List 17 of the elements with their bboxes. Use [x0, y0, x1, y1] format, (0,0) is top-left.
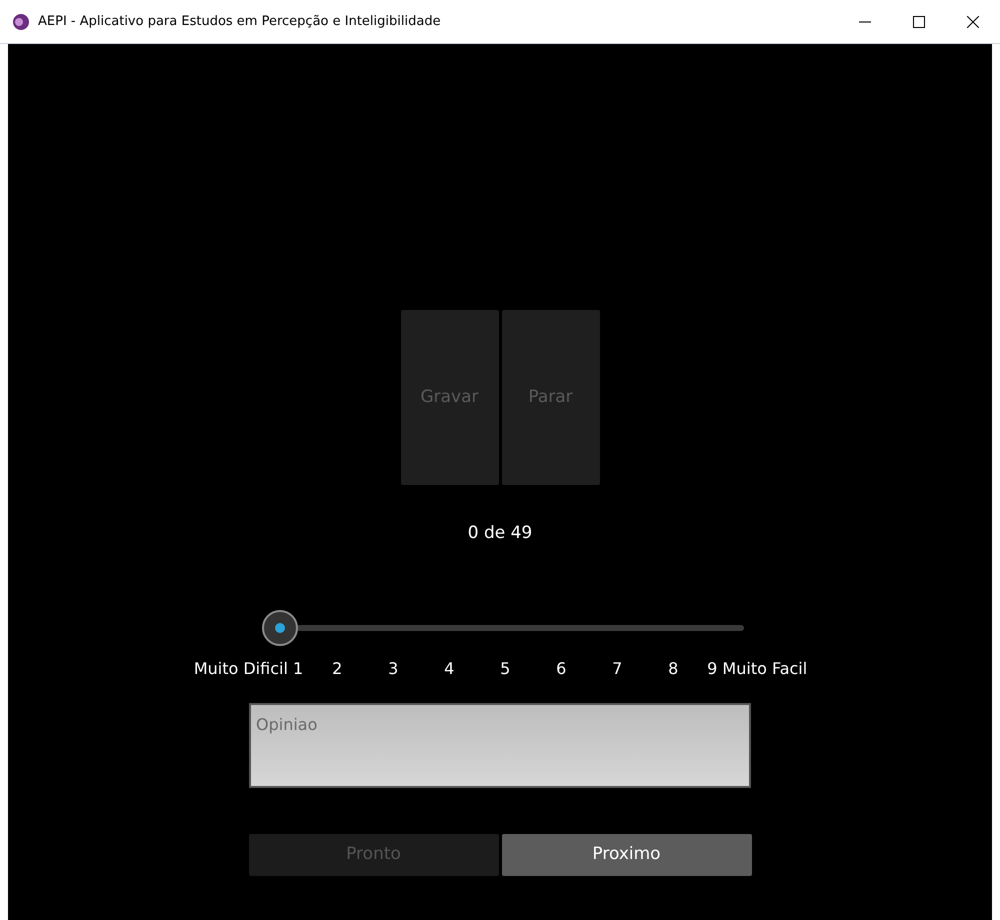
- scale-label: 9 Muito Facil: [706, 658, 808, 680]
- opinion-field[interactable]: Opiniao: [249, 702, 751, 788]
- scale-label: 6: [555, 658, 568, 680]
- scale-label: 5: [499, 658, 512, 680]
- slider-thumb[interactable]: [262, 610, 298, 646]
- scale-label: 8: [667, 658, 680, 680]
- action-button[interactable]: Proximo: [502, 834, 752, 876]
- window-title: AEPI - Aplicativo para Estudos em Percepção e Inteligibilidade: [38, 12, 441, 31]
- scale-label: 4: [443, 658, 456, 680]
- app-logo-icon: [12, 12, 30, 30]
- scale-label: Muito Dificil 1: [192, 658, 304, 680]
- scale-label: 7: [611, 658, 624, 680]
- scale-label: 2: [331, 658, 344, 680]
- scale-label: 3: [387, 658, 400, 680]
- progress-counter: 0 de 49: [468, 522, 532, 545]
- maximize-icon: [913, 16, 925, 28]
- close-icon: [967, 16, 979, 28]
